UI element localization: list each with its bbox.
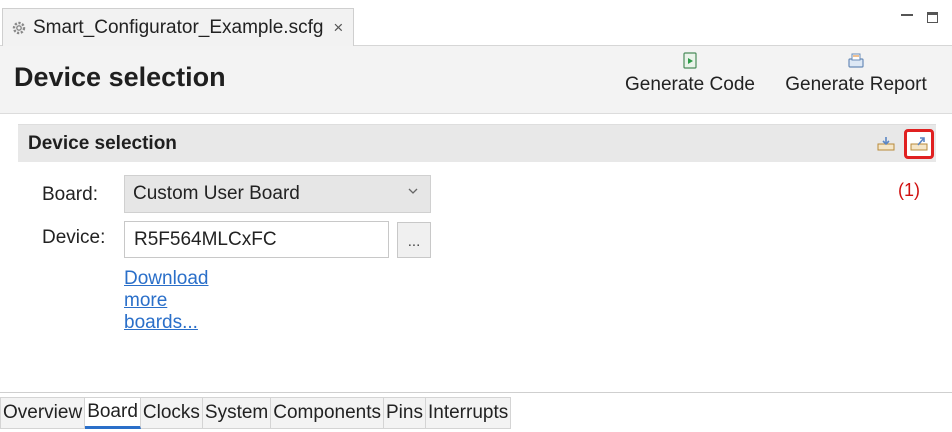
tab-components[interactable]: Components xyxy=(271,397,384,429)
generate-report-button[interactable]: Generate Report xyxy=(774,52,938,96)
editor-file-tab[interactable]: Smart_Configurator_Example.scfg × xyxy=(2,8,355,46)
close-tab-icon[interactable]: × xyxy=(333,18,343,38)
generate-code-icon xyxy=(683,52,697,69)
tab-clocks[interactable]: Clocks xyxy=(140,397,203,429)
device-field-value: R5F564MLCxFC xyxy=(134,228,277,250)
generate-report-label: Generate Report xyxy=(785,74,927,95)
tab-interrupts[interactable]: Interrupts xyxy=(425,397,512,429)
gear-icon xyxy=(12,21,26,34)
maximize-icon[interactable] xyxy=(927,12,938,23)
tab-board[interactable]: Board xyxy=(85,397,141,429)
page-title: Device selection xyxy=(14,62,226,92)
export-board-button[interactable] xyxy=(904,129,934,159)
board-select-value: Custom User Board xyxy=(133,183,300,204)
download-more-boards-link[interactable]: Download more boards... xyxy=(124,268,209,334)
generate-code-label: Generate Code xyxy=(625,74,755,95)
device-field[interactable]: R5F564MLCxFC xyxy=(124,221,389,258)
page-header: Device selection Generate Code Generate … xyxy=(0,46,952,114)
editor-tab-strip: Smart_Configurator_Example.scfg × xyxy=(0,0,952,46)
board-label: Board: xyxy=(42,184,98,205)
device-selection-section-header[interactable]: Device selection xyxy=(18,124,936,162)
chevron-down-icon xyxy=(408,188,418,194)
tab-system[interactable]: System xyxy=(202,397,272,429)
generate-report-icon xyxy=(848,53,864,68)
board-select[interactable]: Custom User Board xyxy=(124,175,431,213)
generate-code-button[interactable]: Generate Code xyxy=(614,52,766,96)
view-controls xyxy=(901,12,938,23)
section-title: Device selection xyxy=(28,133,177,154)
callout-annotation: (1) xyxy=(898,180,920,200)
smart-configurator-editor: Smart_Configurator_Example.scfg × Device… xyxy=(0,0,952,432)
device-label: Device: xyxy=(42,227,106,248)
bottom-tab-bar: Overview Board Clocks System Components … xyxy=(0,397,512,429)
minimize-icon[interactable] xyxy=(901,13,913,16)
browse-device-button[interactable]: ... xyxy=(397,222,431,258)
file-tab-label: Smart_Configurator_Example.scfg xyxy=(33,16,324,38)
import-board-icon[interactable] xyxy=(876,135,896,153)
tab-overview[interactable]: Overview xyxy=(0,397,86,429)
export-board-icon xyxy=(910,137,928,151)
tab-pins[interactable]: Pins xyxy=(384,397,426,429)
